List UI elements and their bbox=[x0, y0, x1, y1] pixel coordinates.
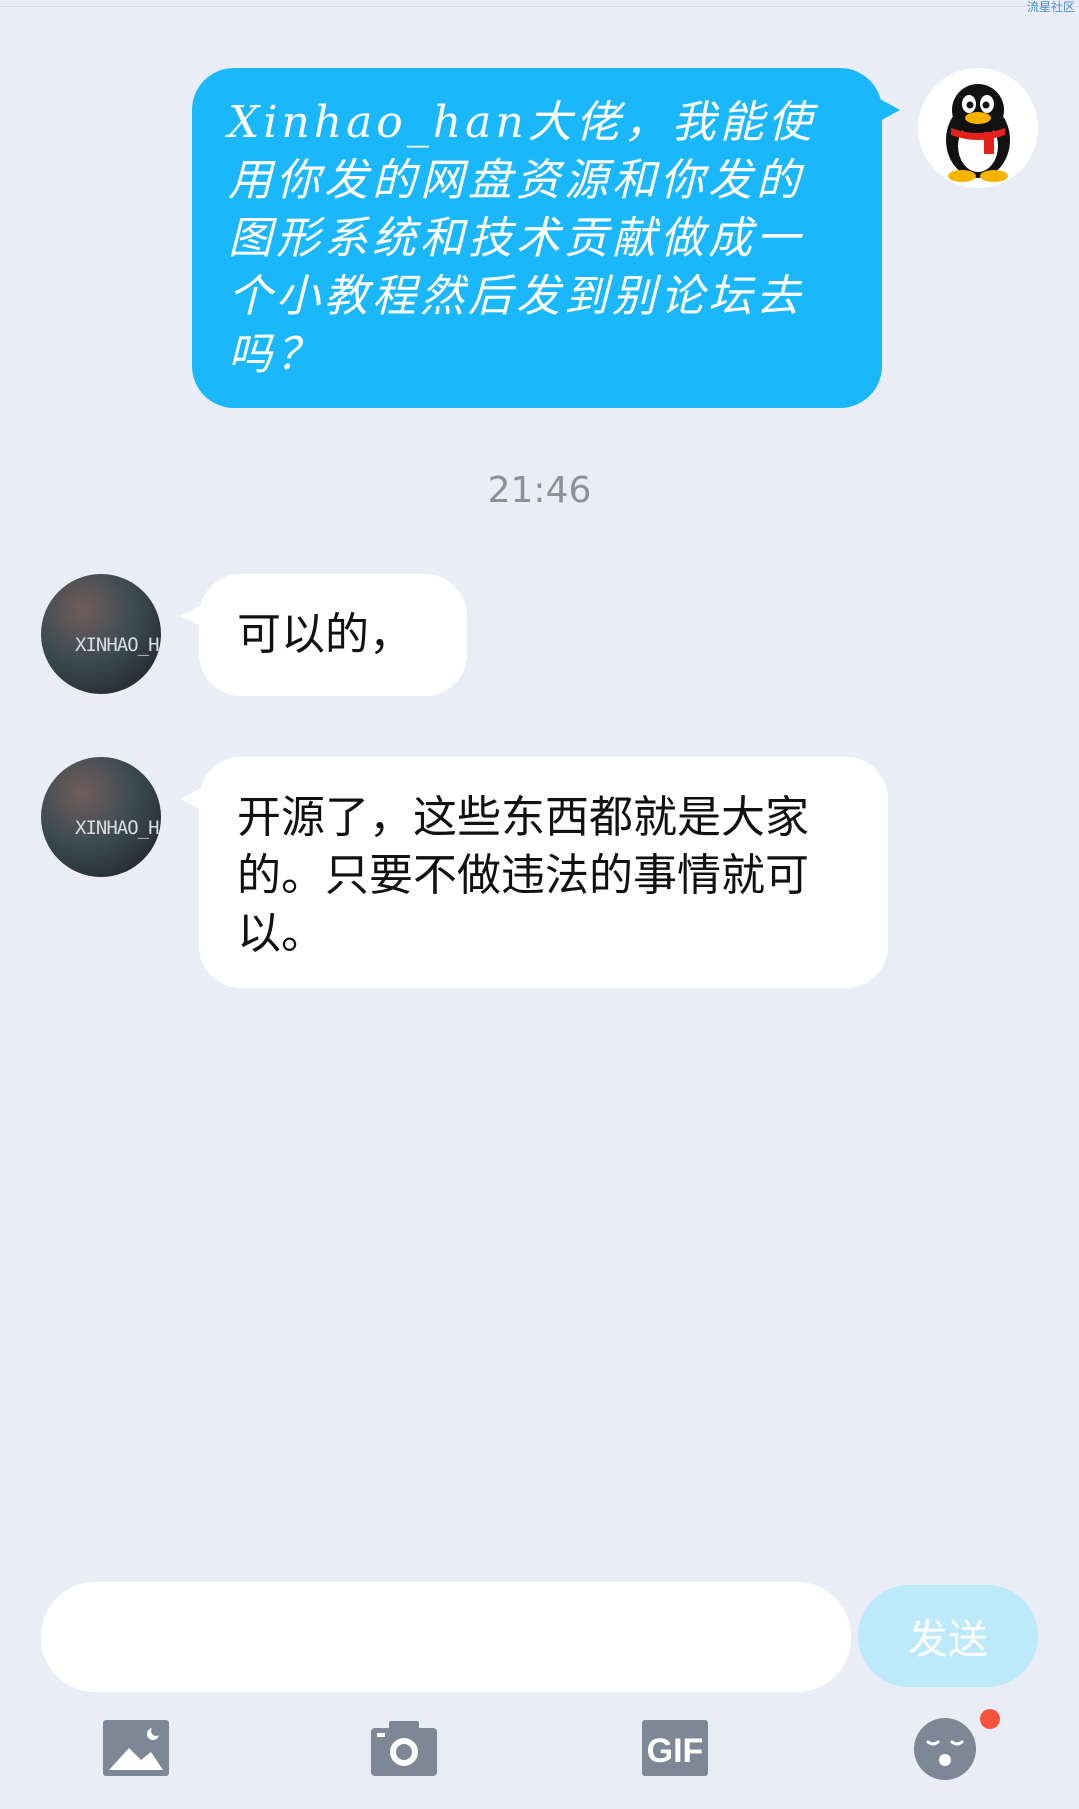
message-bubble-incoming[interactable]: 可以的， bbox=[181, 574, 467, 696]
message-timestamp: 21:46 bbox=[487, 470, 592, 511]
avatar-text: XINHAO_HAN bbox=[75, 634, 161, 656]
message-bubble-outgoing[interactable]: Xinhao_han大佬，我能使用你发的网盘资源和你发的图形系统和技术贡献做成一… bbox=[192, 68, 900, 408]
camera-button[interactable] bbox=[369, 1718, 439, 1778]
bubble-tail bbox=[878, 98, 900, 122]
emoji-button[interactable] bbox=[912, 1716, 978, 1782]
avatar-other[interactable]: XINHAO_HAN bbox=[41, 757, 161, 877]
avatar-other[interactable]: XINHAO_HAN bbox=[41, 574, 161, 694]
image-icon bbox=[103, 1720, 169, 1776]
send-button[interactable]: 发送 bbox=[858, 1585, 1038, 1687]
avatar-self[interactable] bbox=[918, 68, 1038, 188]
qq-penguin-icon bbox=[946, 84, 1010, 182]
message-input[interactable] bbox=[41, 1582, 851, 1692]
message-text: 可以的， bbox=[237, 609, 413, 660]
bubble-tail bbox=[181, 787, 203, 811]
emoji-icon bbox=[914, 1718, 976, 1780]
message-text: 开源了，这些东西都就是大家的。只要不做违法的事情就可以。 bbox=[237, 792, 809, 959]
gif-icon: GIF bbox=[642, 1720, 708, 1776]
message-bubble-incoming[interactable]: 开源了，这些东西都就是大家的。只要不做违法的事情就可以。 bbox=[181, 757, 888, 988]
gif-button[interactable]: GIF bbox=[640, 1718, 710, 1778]
camera-icon bbox=[371, 1721, 437, 1776]
avatar-text: XINHAO_HAN bbox=[75, 817, 161, 839]
notification-badge bbox=[980, 1709, 1000, 1729]
gif-label: GIF bbox=[647, 1732, 704, 1770]
bubble-tail bbox=[181, 604, 203, 628]
watermark: 流星社区 bbox=[1026, 0, 1075, 14]
image-button[interactable] bbox=[101, 1718, 171, 1778]
message-text: Xinhao_han大佬，我能使用你发的网盘资源和你发的图形系统和技术贡献做成一… bbox=[228, 97, 816, 380]
top-divider bbox=[0, 6, 1079, 7]
